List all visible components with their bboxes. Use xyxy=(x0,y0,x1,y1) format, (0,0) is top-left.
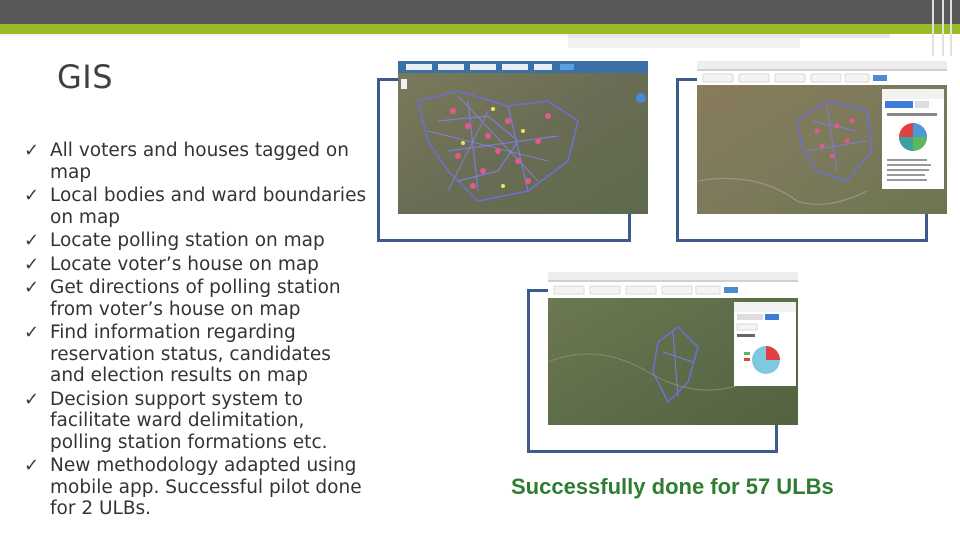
divider-line xyxy=(0,34,568,36)
check-icon: ✓ xyxy=(24,253,40,275)
check-icon: ✓ xyxy=(24,455,40,476)
success-caption: Successfully done for 57 ULBs xyxy=(511,474,834,499)
check-icon: ✓ xyxy=(24,322,40,343)
list-item: ✓ All voters and houses tagged on map xyxy=(24,140,349,183)
check-icon: ✓ xyxy=(24,185,40,206)
accent-bar xyxy=(0,24,960,34)
check-icon: ✓ xyxy=(24,277,40,298)
check-icon: ✓ xyxy=(24,388,40,410)
list-item: ✓ Decision support system to facilitate w… xyxy=(24,388,328,453)
check-icon: ✓ xyxy=(24,140,40,161)
header-bar xyxy=(0,0,960,24)
list-item: ✓ Find information regarding reservation … xyxy=(24,322,331,386)
list-item: ✓ New methodology adapted using mobile ap… xyxy=(24,455,362,519)
list-item: ✓ Local bodies and ward boundaries on map xyxy=(24,185,367,228)
slide-title: GIS xyxy=(57,58,114,96)
map-screenshot-3 xyxy=(548,272,798,425)
corner-decoration xyxy=(924,0,960,56)
list-item: ✓ Get directions of polling station from … xyxy=(24,277,341,320)
map-screenshot-1 xyxy=(398,61,648,214)
map-screenshot-2 xyxy=(697,61,947,214)
list-item: ✓ Locate polling station on map xyxy=(24,230,325,251)
list-item: ✓ Locate voter’s house on map xyxy=(24,253,319,275)
divider-line xyxy=(568,38,800,48)
feature-list: ✓ All voters and houses tagged on map ✓ Lo… xyxy=(24,140,369,522)
check-icon: ✓ xyxy=(24,230,40,251)
